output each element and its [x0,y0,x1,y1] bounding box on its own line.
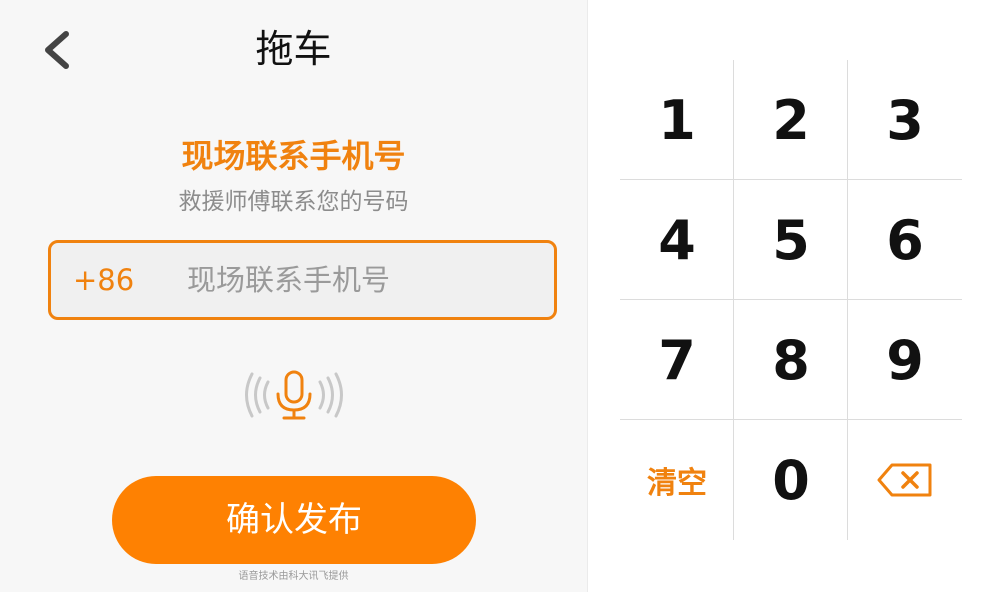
backspace-icon [877,463,932,497]
confirm-publish-button[interactable]: 确认发布 [112,476,476,564]
app-root: 拖车 现场联系手机号 救援师傅联系您的号码 +86 现场联系手机号 确认发布 语… [0,0,982,592]
country-code[interactable]: +86 [73,243,134,317]
key-3[interactable]: 3 [848,60,962,180]
key-0[interactable]: 0 [734,420,848,540]
voice-credit: 语音技术由科大讯飞提供 [238,571,349,582]
phone-input[interactable] [181,249,547,311]
page-title: 拖车 [255,27,332,71]
key-4[interactable]: 4 [620,180,734,300]
form-panel: 拖车 现场联系手机号 救援师傅联系您的号码 +86 现场联系手机号 确认发布 语… [0,0,588,592]
key-8[interactable]: 8 [734,300,848,420]
numeric-keypad: 1 2 3 4 5 6 7 8 9 清空 0 [620,60,962,540]
key-5[interactable]: 5 [734,180,848,300]
phone-field: +86 [48,240,557,320]
voice-input-button[interactable] [238,366,350,424]
backspace-key[interactable] [848,420,962,540]
key-6[interactable]: 6 [848,180,962,300]
section-subtitle: 救援师傅联系您的号码 [178,189,409,215]
key-2[interactable]: 2 [734,60,848,180]
key-1[interactable]: 1 [620,60,734,180]
key-9[interactable]: 9 [848,300,962,420]
clear-key[interactable]: 清空 [620,420,734,540]
key-7[interactable]: 7 [620,300,734,420]
section-title: 现场联系手机号 [181,137,406,175]
microphone-icon [245,370,343,420]
